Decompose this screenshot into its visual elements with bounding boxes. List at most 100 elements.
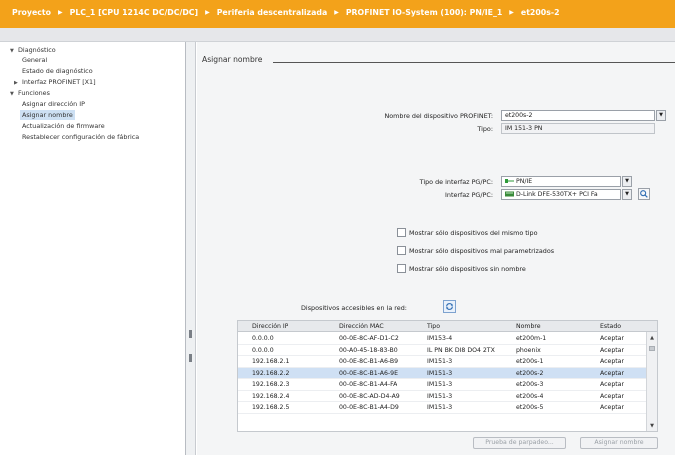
table-row[interactable]: 0.0.0.0 00-A0-45-18-83-B0 IL PN BK DI8 D… — [238, 345, 648, 356]
assign-name-button[interactable]: Asignar nombre — [580, 437, 658, 449]
cell-status: Aceptar — [600, 346, 625, 354]
refresh-icon — [446, 303, 453, 310]
column-header-ip[interactable]: Dirección IP — [252, 321, 288, 332]
accessible-devices-table: Dirección IP Dirección MAC Tipo Nombre E… — [237, 320, 658, 432]
collapse-icon[interactable]: ▼ — [10, 46, 18, 56]
breadcrumb-item-project[interactable]: Proyecto — [12, 8, 51, 17]
pgpc-interface-value: D-Link DFE-530TX+ PCI Fa — [516, 191, 598, 198]
tree-item-general[interactable]: General — [22, 55, 47, 65]
blink-test-button[interactable]: Prueba de parpadeo... — [473, 437, 566, 449]
pgpc-type-value: PN/IE — [516, 178, 533, 185]
cell-ip: 192.168.2.1 — [252, 358, 290, 365]
cell-status: Aceptar — [600, 369, 625, 377]
collapse-icon[interactable]: ▼ — [10, 89, 18, 99]
cell-name: et200m-1 — [516, 335, 547, 342]
scroll-down-icon[interactable]: ▼ — [648, 422, 656, 430]
tree-item-label: Interfaz PROFINET [X1] — [22, 78, 96, 86]
cell-status: Aceptar — [600, 358, 625, 365]
table-row[interactable]: 192.168.2.5 00-0E-8C-B1-A4-D9 IM151-3 et… — [238, 402, 648, 414]
table-row[interactable]: 0.0.0.0 00-0E-8C-AF-D1-C2 IM153-4 et200m… — [238, 333, 648, 345]
tree-item-asignar-nombre[interactable]: Asignar nombre — [20, 110, 75, 120]
tree-item-label: General — [22, 56, 48, 64]
breadcrumb-item-plc[interactable]: PLC_1 [CPU 1214C DC/DC/DC] — [70, 8, 198, 17]
pgpc-interface-dropdown-icon[interactable]: ▼ — [622, 189, 632, 200]
network-card-icon — [505, 191, 514, 197]
cell-name: et200s-5 — [516, 404, 544, 411]
cell-type: IL PN BK DI8 DO4 2TX — [427, 346, 495, 354]
column-header-status[interactable]: Estado — [600, 321, 621, 332]
cell-ip: 0.0.0.0 — [252, 346, 274, 354]
breadcrumb-item-periphery[interactable]: Periferia descentralizada — [217, 8, 328, 17]
table-row-selected[interactable]: 192.168.2.2 00-0E-8C-B1-A6-9E IM151-3 et… — [238, 367, 648, 379]
breadcrumb-separator-icon: ▶ — [205, 9, 210, 16]
cell-ip: 192.168.2.4 — [252, 392, 290, 400]
tree-item-label: Funciones — [18, 89, 50, 97]
cell-status: Aceptar — [600, 335, 625, 342]
table-scrollbar[interactable]: ▲ ▼ — [646, 332, 657, 431]
scroll-up-icon[interactable]: ▲ — [648, 334, 656, 342]
section-divider — [273, 62, 675, 63]
panel-splitter[interactable] — [186, 42, 196, 455]
checkbox-box[interactable] — [397, 228, 406, 237]
search-interface-button[interactable] — [638, 188, 650, 200]
tree-item-actualizacion-firmware[interactable]: Actualización de firmware — [22, 121, 105, 131]
section-title: Asignar nombre — [202, 55, 263, 64]
tree-item-asignar-ip[interactable]: Asignar dirección IP — [22, 99, 85, 109]
device-name-dropdown-icon[interactable]: ▼ — [656, 110, 666, 121]
accessible-devices-label: Dispositivos accesibles en la red: — [301, 304, 407, 312]
tree-item-label: Actualización de firmware — [22, 122, 105, 130]
cell-type: IM151-3 — [427, 369, 453, 377]
device-name-label: Nombre del dispositivo PROFINET: — [384, 112, 493, 120]
checkbox-label: Mostrar sólo dispositivos sin nombre — [409, 264, 526, 273]
tree-item-funciones[interactable]: ▼ Funciones — [10, 88, 50, 98]
cell-name: et200s-2 — [516, 369, 544, 377]
cell-mac: 00-0E-8C-B1-A6-9E — [339, 369, 398, 377]
tree-item-interfaz-profinet[interactable]: ▶ Interfaz PROFINET [X1] — [14, 77, 96, 87]
tree-item-label: Asignar nombre — [22, 111, 73, 119]
column-header-name[interactable]: Nombre — [516, 321, 541, 332]
breadcrumb-bar: Proyecto ▶ PLC_1 [CPU 1214C DC/DC/DC] ▶ … — [0, 0, 675, 28]
checkbox-box[interactable] — [397, 246, 406, 255]
navigation-tree: ▼ Diagnóstico General Estado de diagnósti… — [0, 42, 186, 455]
expand-icon[interactable]: ▶ — [14, 78, 22, 88]
tree-item-diagnostico[interactable]: ▼ Diagnóstico — [10, 45, 56, 55]
splitter-grip-icon[interactable] — [189, 330, 192, 338]
checkbox-label: Mostrar sólo dispositivos mal parametriz… — [409, 246, 555, 255]
checkbox-same-type[interactable]: Mostrar sólo dispositivos del mismo tipo — [397, 228, 538, 237]
breadcrumb-item-device[interactable]: et200s-2 — [521, 8, 560, 17]
cell-ip: 192.168.2.3 — [252, 381, 290, 388]
device-name-field[interactable]: et200s-2 — [501, 110, 655, 121]
splitter-grip-icon[interactable] — [189, 354, 192, 362]
breadcrumb-separator-icon: ▶ — [58, 9, 63, 16]
checkbox-no-name[interactable]: Mostrar sólo dispositivos sin nombre — [397, 264, 526, 273]
table-row[interactable]: 192.168.2.1 00-0E-8C-B1-A6-B9 IM151-3 et… — [238, 356, 648, 368]
scrollbar-thumb[interactable] — [649, 346, 655, 351]
type-field: IM 151-3 PN — [501, 123, 655, 134]
cell-type: IM151-3 — [427, 392, 453, 400]
column-header-mac[interactable]: Dirección MAC — [339, 321, 384, 332]
breadcrumb: Proyecto ▶ PLC_1 [CPU 1214C DC/DC/DC] ▶ … — [12, 8, 560, 17]
pgpc-interface-field[interactable]: D-Link DFE-530TX+ PCI Fa — [501, 189, 621, 200]
cell-mac: 00-0E-8C-AF-D1-C2 — [339, 335, 399, 342]
cell-name: et200s-3 — [516, 381, 544, 388]
breadcrumb-item-io-system[interactable]: PROFINET IO-System (100): PN/IE_1 — [346, 8, 502, 17]
pgpc-type-dropdown-icon[interactable]: ▼ — [622, 176, 632, 187]
refresh-button[interactable] — [443, 300, 456, 313]
cell-ip: 0.0.0.0 — [252, 335, 274, 342]
network-icon — [505, 179, 514, 183]
breadcrumb-separator-icon: ▶ — [509, 9, 514, 16]
tree-item-label: Restablecer configuración de fábrica — [22, 133, 140, 141]
cell-name: et200s-4 — [516, 392, 544, 400]
tree-item-restablecer[interactable]: Restablecer configuración de fábrica — [22, 132, 139, 142]
cell-mac: 00-0E-8C-B1-A4-D9 — [339, 404, 399, 411]
table-row[interactable]: 192.168.2.3 00-0E-8C-B1-A4-FA IM151-3 et… — [238, 379, 648, 391]
checkbox-box[interactable] — [397, 264, 406, 273]
pgpc-type-field[interactable]: PN/IE — [501, 176, 621, 187]
checkbox-misconfigured[interactable]: Mostrar sólo dispositivos mal parametriz… — [397, 246, 554, 255]
tree-item-estado-diagnostico[interactable]: Estado de diagnóstico — [22, 66, 93, 76]
column-header-type[interactable]: Tipo — [427, 321, 440, 332]
type-label: Tipo: — [477, 125, 493, 133]
table-row[interactable]: 192.168.2.4 00-0E-8C-AD-D4-A9 IM151-3 et… — [238, 391, 648, 402]
cell-type: IM151-3 — [427, 358, 453, 365]
cell-mac: 00-0E-8C-B1-A6-B9 — [339, 358, 399, 365]
